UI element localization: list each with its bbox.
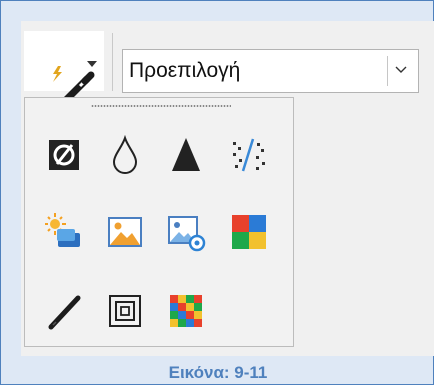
chevron-down-icon: [395, 66, 407, 73]
toolbar-separator: [112, 33, 113, 91]
aging-icon[interactable]: [105, 212, 145, 252]
invert-icon[interactable]: [45, 135, 85, 175]
combo-dropdown-button[interactable]: [387, 56, 414, 86]
mosaic-icon[interactable]: [166, 291, 206, 331]
remove-noise-icon[interactable]: [229, 135, 269, 175]
figure-frame: Προεπιλογή Εικόνα: 9-11: [0, 0, 434, 385]
pop-art-icon[interactable]: [229, 212, 269, 252]
preset-combobox[interactable]: Προεπιλογή: [122, 49, 419, 93]
charcoal-sketch-icon[interactable]: [45, 291, 85, 331]
preset-value: Προεπιλογή: [129, 59, 241, 82]
relief-icon[interactable]: [105, 291, 145, 331]
sharpen-triangle-icon[interactable]: [166, 135, 206, 175]
solarization-icon[interactable]: [45, 212, 85, 252]
filter-button[interactable]: [24, 31, 104, 109]
filter-popup: [24, 97, 294, 347]
drag-grip-icon[interactable]: [91, 104, 231, 108]
posterize-icon[interactable]: [166, 212, 206, 252]
smooth-drop-icon[interactable]: [105, 135, 145, 175]
figure-caption: Εικόνα: 9-11: [168, 363, 268, 382]
caret-down-icon[interactable]: [87, 61, 97, 67]
